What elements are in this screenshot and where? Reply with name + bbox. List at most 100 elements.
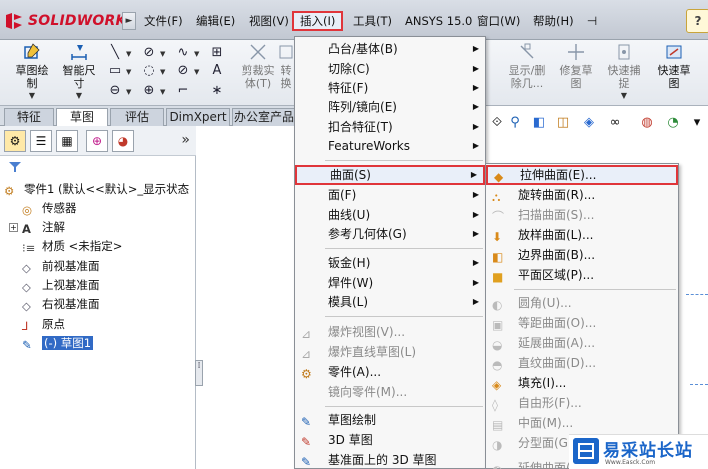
display-style-icon[interactable]: ◈ bbox=[580, 114, 598, 132]
menu-item-explode-line-sketch[interactable]: ⊿ 爆炸直线草图(L) bbox=[295, 342, 485, 362]
polygon-tool-icon[interactable]: ⊕ bbox=[140, 82, 158, 100]
menu-item-sketch[interactable]: ✎ 草图绘制 bbox=[295, 410, 485, 430]
tab-evaluate[interactable]: 评估 bbox=[110, 108, 164, 126]
menu-insert[interactable]: 插入(I) bbox=[292, 11, 344, 31]
menu-item-reference-geometry[interactable]: 参考几何体(G) ▶ bbox=[295, 224, 485, 244]
menu-item-ruled-surface[interactable]: ◓ 直纹曲面(D)... bbox=[486, 353, 678, 373]
menu-item-weldments[interactable]: 焊件(W) ▶ bbox=[295, 273, 485, 293]
tree-item-sensors[interactable]: ◎ 传感器 bbox=[22, 199, 77, 217]
menu-item-revolved-surface[interactable]: ⛬ 旋转曲面(R)... bbox=[486, 185, 678, 205]
menu-item-molds[interactable]: 模具(L) ▶ bbox=[295, 292, 485, 312]
view-orientation-icon[interactable]: ◫ bbox=[554, 114, 572, 132]
menu-item-fill[interactable]: ◈ 填充(I)... bbox=[486, 373, 678, 393]
menu-item-3d-sketch[interactable]: ✎ 3D 草图 bbox=[295, 430, 485, 450]
tree-item-material[interactable]: ⁝≡ 材质 <未指定> bbox=[22, 237, 122, 255]
menu-window[interactable]: 窗口(W) bbox=[471, 11, 526, 31]
dropdown-arrow-icon[interactable]: ▼ bbox=[160, 88, 165, 96]
tree-item-sketch1[interactable]: ✎ (-) 草图1 bbox=[22, 334, 94, 352]
grid-tool-icon[interactable]: ⊞ bbox=[208, 44, 226, 62]
menu-item-lofted-surface[interactable]: ⬇ 放样曲面(L)... bbox=[486, 225, 678, 245]
tree-root-part[interactable]: ⚙ 零件1 (默认<<默认>_显示状态 bbox=[4, 180, 189, 198]
point-tool-icon[interactable]: ∗ bbox=[208, 82, 226, 100]
menu-help[interactable]: 帮助(H) bbox=[527, 11, 580, 31]
logo-arrow-button[interactable]: ► bbox=[122, 12, 136, 30]
appearance-icon[interactable]: ◍ bbox=[638, 114, 656, 132]
line-tool-icon[interactable]: ╲ bbox=[106, 44, 124, 62]
menu-item-boss-base[interactable]: 凸台/基体(B) ▶ bbox=[295, 39, 485, 59]
tab-sketch[interactable]: 草图 bbox=[56, 108, 108, 127]
feature-tree-tab-icon[interactable]: ⚙ bbox=[4, 130, 26, 152]
menu-item-mirror-part[interactable]: 镜向零件(M)... bbox=[295, 382, 485, 402]
configuration-tab-icon[interactable]: ▦ bbox=[56, 130, 78, 152]
help-icon[interactable]: ? bbox=[686, 9, 708, 33]
dropdown-arrow-icon[interactable]: ▼ bbox=[160, 50, 165, 58]
quick-snaps-button[interactable]: 快速捕 捉 ▼ bbox=[600, 42, 648, 100]
tree-item-right-plane[interactable]: ◇ 右视基准面 bbox=[22, 295, 100, 313]
menu-item-part[interactable]: ⚙ 零件(A)... bbox=[295, 362, 485, 382]
chevron-right-icon[interactable]: » bbox=[181, 132, 190, 148]
ellipse-tool-icon[interactable]: ⊘ bbox=[174, 62, 192, 80]
dropdown-arrow-icon[interactable]: ▼ bbox=[126, 68, 131, 76]
rapid-sketch-button[interactable]: 快速草 图 bbox=[650, 42, 698, 90]
menu-file[interactable]: 文件(F) bbox=[138, 11, 189, 31]
filter-icon[interactable] bbox=[8, 160, 22, 174]
dimxpert-tab-icon[interactable]: ⊕ bbox=[86, 130, 108, 152]
dropdown-arrow-icon[interactable]: ▼ bbox=[126, 88, 131, 96]
tree-item-top-plane[interactable]: ◇ 上视基准面 bbox=[22, 276, 100, 294]
menu-item-face[interactable]: 面(F) ▶ bbox=[295, 185, 485, 205]
tab-features[interactable]: 特征 bbox=[4, 108, 54, 126]
menu-item-offset-surface[interactable]: ▣ 等距曲面(O)... bbox=[486, 313, 678, 333]
tree-item-origin[interactable]: ⅃ 原点 bbox=[22, 315, 65, 333]
menu-item-pattern-mirror[interactable]: 阵列/镜向(E) ▶ bbox=[295, 97, 485, 117]
solidworks-logo[interactable]: SOLIDWORKS bbox=[4, 10, 137, 32]
menu-item-boundary-surface[interactable]: ◧ 边界曲面(B)... bbox=[486, 245, 678, 265]
filter-row[interactable] bbox=[0, 156, 196, 178]
dropdown-arrow-icon[interactable]: ▼ bbox=[194, 50, 199, 58]
property-manager-tab-icon[interactable]: ☰ bbox=[30, 130, 52, 152]
menu-item-planar-surface[interactable]: ■ 平面区域(P)... bbox=[486, 265, 678, 285]
smart-dimension-button[interactable]: 智能尺 寸 ▼ bbox=[55, 42, 103, 100]
menu-ansys[interactable]: ANSYS 15.0 bbox=[399, 11, 478, 31]
spline-tool-icon[interactable]: ∿ bbox=[174, 44, 192, 62]
menu-item-curve[interactable]: 曲线(U) ▶ bbox=[295, 205, 485, 225]
menu-item-features[interactable]: 特征(F) ▶ bbox=[295, 78, 485, 98]
text-tool-icon[interactable]: A bbox=[208, 62, 226, 80]
arc-tool-icon[interactable]: ◌ bbox=[140, 62, 158, 80]
menu-item-extruded-surface[interactable]: ◆ 拉伸曲面(E)... bbox=[486, 165, 678, 185]
menu-tools[interactable]: 工具(T) bbox=[347, 11, 398, 31]
menu-item-exploded-view[interactable]: ⊿ 爆炸视图(V)... bbox=[295, 322, 485, 342]
display-manager-tab-icon[interactable]: ◕ bbox=[112, 130, 134, 152]
pin-icon[interactable]: ⊣ bbox=[584, 14, 600, 28]
menu-edit[interactable]: 编辑(E) bbox=[190, 11, 241, 31]
tree-item-annotations[interactable]: A 注解 bbox=[22, 218, 65, 236]
menu-item-3d-sketch-on-plane[interactable]: ✎ 基准面上的 3D 草图 bbox=[295, 450, 485, 469]
menu-item-sheet-metal[interactable]: 钣金(H) ▶ bbox=[295, 253, 485, 273]
scene-icon[interactable]: ◔ bbox=[664, 114, 682, 132]
menu-item-swept-surface[interactable]: ⌒ 扫描曲面(S)... bbox=[486, 205, 678, 225]
hide-show-icon[interactable]: ∞ bbox=[606, 114, 624, 132]
tab-office-products[interactable]: 办公室产品 bbox=[232, 108, 296, 126]
menu-item-fastening-feature[interactable]: 扣合特征(T) ▶ bbox=[295, 117, 485, 137]
menu-item-featureworks[interactable]: FeatureWorks ▶ bbox=[295, 136, 485, 156]
menu-item-freeform[interactable]: ◊ 自由形(F)... bbox=[486, 393, 678, 413]
convert-entities-button[interactable]: 转 换 bbox=[276, 42, 296, 90]
slot-tool-icon[interactable]: ⊖ bbox=[106, 82, 124, 100]
zoom-fit-icon[interactable]: ⟐ bbox=[488, 114, 506, 132]
tab-dimxpert[interactable]: DimXpert bbox=[166, 108, 230, 126]
view-settings-icon[interactable]: ▾ bbox=[688, 114, 706, 132]
menu-item-radiate-surface[interactable]: ◒ 延展曲面(A)... bbox=[486, 333, 678, 353]
rectangle-tool-icon[interactable]: ▭ bbox=[106, 62, 124, 80]
panel-splitter-handle[interactable]: ⁞ bbox=[195, 360, 203, 386]
dropdown-arrow-icon[interactable]: ▼ bbox=[160, 68, 165, 76]
menu-item-surface[interactable]: 曲面(S) ▶ bbox=[295, 165, 485, 185]
circle-tool-icon[interactable]: ⊘ bbox=[140, 44, 158, 62]
tree-item-front-plane[interactable]: ◇ 前视基准面 bbox=[22, 257, 100, 275]
menu-item-fillet[interactable]: ◐ 圆角(U)... bbox=[486, 293, 678, 313]
zoom-area-icon[interactable]: ⚲ bbox=[506, 114, 524, 132]
dropdown-arrow-icon[interactable]: ▼ bbox=[126, 50, 131, 58]
repair-sketch-button[interactable]: 修复草 图 bbox=[552, 42, 600, 90]
fillet-tool-icon[interactable]: ⌐ bbox=[174, 82, 192, 100]
dropdown-arrow-icon[interactable]: ▼ bbox=[194, 68, 199, 76]
trim-entities-button[interactable]: 剪裁实 体(T) bbox=[234, 42, 282, 90]
menu-item-cut[interactable]: 切除(C) ▶ bbox=[295, 59, 485, 79]
